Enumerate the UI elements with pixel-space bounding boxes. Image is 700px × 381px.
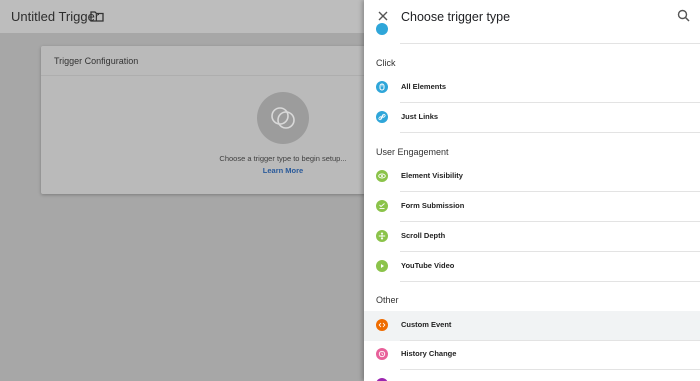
section-other: Other (376, 295, 399, 305)
history-icon (376, 348, 388, 360)
trigger-type-youtube-video[interactable]: YouTube Video (376, 252, 700, 282)
link-icon (376, 111, 388, 123)
code-icon (376, 319, 388, 331)
trigger-type-element-visibility[interactable]: Element Visibility (376, 162, 700, 192)
trigger-type-all-elements[interactable]: All Elements (376, 73, 700, 103)
list-item-partial[interactable] (376, 370, 700, 381)
trigger-name[interactable]: Untitled Trigger (11, 9, 99, 24)
cursor-icon (376, 81, 388, 93)
learn-more-link[interactable]: Learn More (41, 166, 381, 175)
list-item-partial[interactable] (376, 16, 700, 44)
section-user-engagement: User Engagement (376, 147, 449, 157)
choose-trigger-panel: Choose trigger type Click All Elements J… (364, 0, 700, 381)
eye-icon (376, 170, 388, 182)
setup-hint: Choose a trigger type to begin setup... (219, 154, 347, 163)
trigger-type-scroll-depth[interactable]: Scroll Depth (376, 222, 700, 252)
form-icon (376, 200, 388, 212)
trigger-type-custom-event[interactable]: Custom Event (364, 311, 700, 341)
section-click: Click (376, 58, 396, 68)
trigger-type-history-change[interactable]: History Change (376, 340, 700, 370)
trigger-type-form-submission[interactable]: Form Submission (376, 192, 700, 222)
trigger-configuration-card[interactable]: Trigger Configuration Choose a trigger t… (41, 46, 381, 194)
folder-icon[interactable] (90, 10, 104, 22)
scroll-icon (376, 230, 388, 242)
play-icon (376, 260, 388, 272)
trigger-type-icon (376, 23, 388, 35)
trigger-type-just-links[interactable]: Just Links (376, 103, 700, 133)
